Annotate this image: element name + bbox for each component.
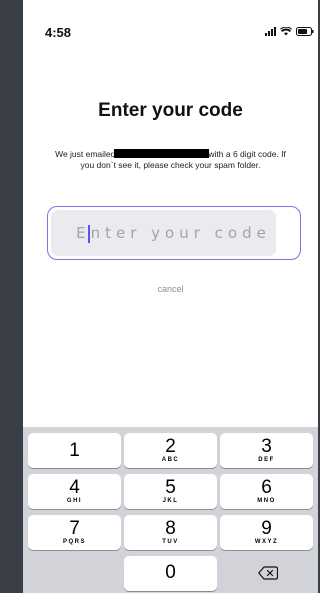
instructions-text: We just emailed with a 6 digit code. If y… xyxy=(53,149,288,171)
wifi-icon xyxy=(280,27,292,36)
key-2[interactable]: 2 ABC xyxy=(124,433,217,468)
key-number: 1 xyxy=(69,440,80,461)
key-letters: TUV xyxy=(162,539,179,545)
text-caret xyxy=(88,225,90,243)
key-4[interactable]: 4 GHI xyxy=(28,474,121,509)
redacted-email xyxy=(114,149,210,158)
key-letters: JKL xyxy=(162,498,179,504)
signal-icon xyxy=(265,27,276,36)
key-letters: GHI xyxy=(66,498,83,504)
key-9[interactable]: 9 WXYZ xyxy=(220,515,313,550)
key-3[interactable]: 3 DEF xyxy=(220,433,313,468)
delete-backspace-icon xyxy=(258,566,278,580)
code-input-container xyxy=(47,206,301,260)
key-number: 2 xyxy=(165,436,176,457)
numeric-keypad: 1 2 ABC 3 DEF 4 GHI 5 JKL 6 MNO 7 PQRS 8… xyxy=(23,427,318,593)
key-number: 9 xyxy=(261,518,272,539)
key-number: 8 xyxy=(165,518,176,539)
key-letters: MNO xyxy=(257,498,276,504)
key-letters: WXYZ xyxy=(254,539,279,545)
key-letters: DEF xyxy=(258,457,275,463)
battery-icon xyxy=(296,27,314,36)
status-icons xyxy=(265,27,314,36)
status-time: 4:58 xyxy=(45,25,72,40)
page-title: Enter your code xyxy=(98,100,243,121)
key-number: 4 xyxy=(69,477,80,498)
code-input[interactable] xyxy=(51,210,276,256)
phone-screen: 4:58 Enter your code We just emailed wit… xyxy=(23,0,318,593)
key-number: 0 xyxy=(165,562,176,583)
key-1[interactable]: 1 xyxy=(28,433,121,468)
key-7[interactable]: 7 PQRS xyxy=(28,515,121,550)
key-5[interactable]: 5 JKL xyxy=(124,474,217,509)
key-number: 7 xyxy=(69,518,80,539)
key-number: 6 xyxy=(261,477,272,498)
key-letters: ABC xyxy=(161,457,180,463)
code-input-field[interactable] xyxy=(51,210,276,256)
key-number: 3 xyxy=(261,436,272,457)
key-8[interactable]: 8 TUV xyxy=(124,515,217,550)
delete-key[interactable] xyxy=(220,556,313,591)
key-6[interactable]: 6 MNO xyxy=(220,474,313,509)
cancel-link[interactable]: cancel xyxy=(23,284,318,294)
status-bar: 4:58 xyxy=(23,22,318,42)
key-number: 5 xyxy=(165,477,176,498)
instructions-before: We just emailed xyxy=(55,149,116,159)
key-0[interactable]: 0 xyxy=(124,556,217,591)
key-letters: PQRS xyxy=(62,539,86,545)
